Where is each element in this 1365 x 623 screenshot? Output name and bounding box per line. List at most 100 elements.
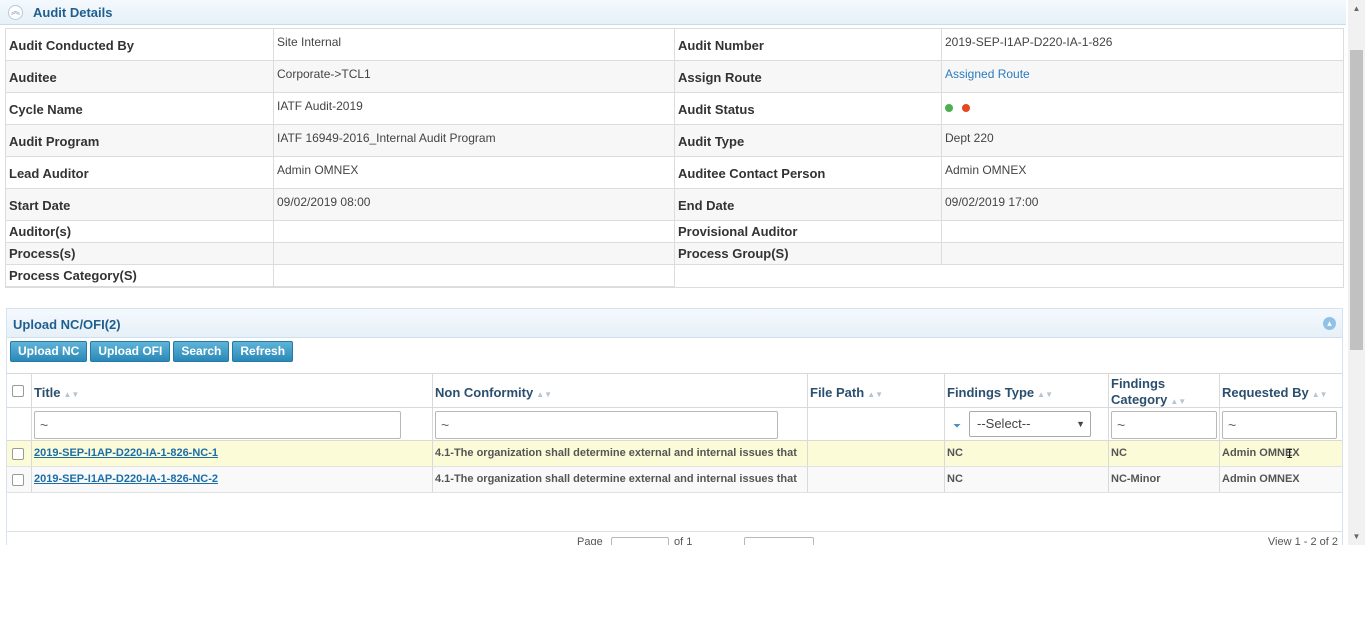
nc-title-link[interactable]: 2019-SEP-I1AP-D220-IA-1-826-NC-1	[34, 447, 218, 459]
pager-page-input[interactable]	[611, 537, 669, 545]
refresh-button[interactable]: Refresh	[232, 341, 294, 362]
nc-ofi-grid: Title ▲▼ Non Conformity ▲▼ File Path ▲▼ Fin…	[7, 373, 1342, 493]
upload-ofi-button[interactable]: Upload OFI	[90, 341, 171, 362]
requested-by-filter-input[interactable]: ~	[1222, 411, 1337, 439]
column-title-label: Title	[34, 385, 61, 400]
findings-type-filter-select[interactable]: --Select-- ▼	[969, 411, 1091, 437]
detail-label: Process(s)	[9, 246, 76, 261]
findings-category-cell: NC	[1111, 447, 1127, 459]
detail-label: Auditee	[9, 70, 57, 85]
detail-label: End Date	[678, 198, 735, 213]
scroll-down-arrow-icon[interactable]: ▼	[1348, 528, 1365, 545]
row-checkbox[interactable]	[12, 474, 24, 486]
detail-value: Admin OMNEX	[945, 163, 1027, 177]
table-row[interactable]: 2019-SEP-I1AP-D220-IA-1-826-NC-1 4.1-The…	[7, 441, 1342, 467]
sort-icon: ▲▼	[867, 390, 884, 399]
audit-number-value: 2019-SEP-I1AP-D220-IA-1-826	[945, 35, 1113, 49]
sort-icon: ▲▼	[63, 390, 80, 399]
detail-label: Audit Number	[678, 38, 764, 53]
sort-icon: ▲▼	[1170, 397, 1187, 406]
sort-icon: ▲▼	[536, 390, 553, 399]
column-requested-by-label: Requested By	[1222, 385, 1309, 400]
detail-value: Corporate->TCL1	[277, 67, 371, 81]
column-non-conformity-label: Non Conformity	[435, 385, 534, 400]
requested-by-cell: Admin OMNEX	[1222, 473, 1300, 485]
upload-panel-title: Upload NC/OFI(2)	[13, 317, 121, 332]
detail-label: Start Date	[9, 198, 71, 213]
nc-title-link[interactable]: 2019-SEP-I1AP-D220-IA-1-826-NC-2	[34, 473, 218, 485]
detail-row: Audit Program IATF 16949-2016_Internal A…	[6, 125, 1343, 157]
collapse-icon[interactable]: ▴	[1323, 317, 1336, 330]
column-header-file-path[interactable]: File Path ▲▼	[808, 374, 945, 407]
detail-label: Auditor(s)	[9, 224, 72, 239]
dropdown-arrow-icon: ▼	[1076, 419, 1085, 429]
detail-label: Audit Type	[678, 134, 745, 149]
audit-details-header[interactable]: ︽ Audit Details	[0, 0, 1346, 25]
detail-value: IATF 16949-2016_Internal Audit Program	[277, 131, 496, 145]
findings-category-cell: NC-Minor	[1111, 473, 1161, 485]
detail-label: Provisional Auditor	[678, 224, 798, 239]
grid-header: Title ▲▼ Non Conformity ▲▼ File Path ▲▼ Fin…	[7, 374, 1342, 408]
select-all-checkbox[interactable]	[12, 385, 24, 397]
sort-icon: ▲▼	[1311, 390, 1328, 399]
detail-label: Auditee Contact Person	[678, 166, 826, 181]
detail-label: Audit Program	[9, 134, 100, 149]
column-findings-type-label: Findings Type	[947, 385, 1035, 400]
search-button[interactable]: Search	[173, 341, 230, 362]
column-header-title[interactable]: Title ▲▼	[32, 374, 433, 407]
toolbar: Upload NC Upload OFI Search Refresh	[10, 341, 294, 362]
column-file-path-label: File Path	[810, 385, 865, 400]
scrollbar-thumb[interactable]	[1350, 50, 1363, 350]
text-cursor-icon: I	[1286, 447, 1294, 461]
scroll-up-arrow-icon[interactable]: ▲	[1348, 0, 1365, 17]
detail-label: Audit Conducted By	[9, 38, 134, 53]
assigned-route-link[interactable]: Assigned Route	[945, 67, 1030, 81]
column-header-findings-category[interactable]: Findings Category ▲▼	[1109, 374, 1220, 407]
detail-value: Admin OMNEX	[277, 163, 359, 177]
detail-row: Cycle Name IATF Audit-2019 Audit Status	[6, 93, 1343, 125]
findings-type-selected: --Select--	[977, 416, 1031, 431]
detail-value: Dept 220	[945, 131, 994, 145]
audit-details-table: Audit Conducted By Site Internal Audit N…	[5, 28, 1344, 288]
findings-type-cell: NC	[947, 473, 963, 485]
column-header-requested-by[interactable]: Requested By ▲▼	[1220, 374, 1342, 407]
column-header-findings-type[interactable]: Findings Type ▲▼	[945, 374, 1109, 407]
column-header-non-conformity[interactable]: Non Conformity ▲▼	[433, 374, 808, 407]
column-findings-category-label-2: Category	[1111, 392, 1168, 407]
collapse-up-icon[interactable]: ︽	[8, 5, 23, 20]
grid-filter-row: ~ ~ ⏷ --Select-- ▼ ~ ~	[7, 408, 1342, 441]
column-findings-category-label-1: Findings	[1111, 376, 1166, 391]
non-conformity-filter-input[interactable]: ~	[435, 411, 778, 439]
detail-value: Site Internal	[277, 35, 342, 49]
detail-label: Process Group(S)	[678, 246, 789, 261]
table-row[interactable]: 2019-SEP-I1AP-D220-IA-1-826-NC-2 4.1-The…	[7, 467, 1342, 493]
viewport: ︽ Audit Details Audit Conducted By Site …	[0, 0, 1348, 545]
pager-size-select[interactable]	[744, 537, 814, 545]
findings-category-filter-input[interactable]: ~	[1111, 411, 1217, 439]
detail-row: Start Date 09/02/2019 08:00 End Date 09/…	[6, 189, 1343, 221]
pager-view-label: View 1 - 2 of 2	[1267, 536, 1338, 545]
sort-icon: ▲▼	[1037, 390, 1053, 399]
vertical-scrollbar[interactable]: ▲ ▼	[1348, 0, 1365, 545]
detail-row: Process Category(S)	[6, 265, 1343, 287]
detail-value: 09/02/2019 08:00	[277, 195, 371, 209]
findings-type-cell: NC	[947, 447, 963, 459]
detail-value: IATF Audit-2019	[277, 99, 363, 113]
audit-details-title: Audit Details	[33, 5, 113, 20]
title-filter-input[interactable]: ~	[34, 411, 401, 439]
pager-page-label: Page	[577, 536, 603, 545]
pager-of-label: of 1	[674, 536, 693, 545]
detail-label: Process Category(S)	[9, 268, 137, 283]
status-red-dot-icon	[962, 104, 970, 112]
grid-pager: Page of 1 View 1 - 2 of 2	[7, 531, 1342, 545]
non-conformity-cell: 4.1-The organization shall determine ext…	[435, 473, 797, 485]
detail-label: Assign Route	[678, 70, 762, 85]
detail-row: Auditor(s) Provisional Auditor	[6, 221, 1343, 243]
upload-panel-header[interactable]: Upload NC/OFI(2) ▴	[7, 309, 1342, 338]
filter-funnel-icon[interactable]: ⏷	[953, 421, 961, 432]
detail-label: Lead Auditor	[9, 166, 89, 181]
detail-label: Cycle Name	[9, 102, 83, 117]
upload-nc-ofi-panel: Upload NC/OFI(2) ▴ Upload NC Upload OFI …	[6, 308, 1343, 545]
row-checkbox[interactable]	[12, 448, 24, 460]
upload-nc-button[interactable]: Upload NC	[10, 341, 88, 362]
